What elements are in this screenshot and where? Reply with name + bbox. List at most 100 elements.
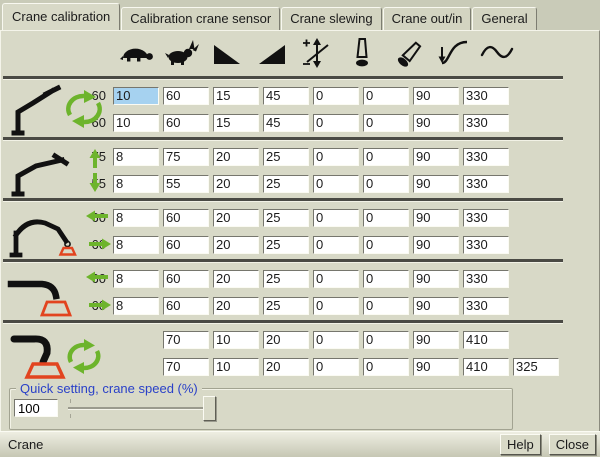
value-input[interactable]: [463, 148, 509, 166]
grab-icon: [42, 302, 70, 315]
value-input[interactable]: [263, 331, 309, 349]
value-input[interactable]: [163, 297, 209, 315]
value-input[interactable]: [363, 331, 409, 349]
value-input[interactable]: [213, 297, 259, 315]
value-input[interactable]: [413, 236, 459, 254]
value-input[interactable]: [413, 209, 459, 227]
value-input[interactable]: [113, 114, 159, 132]
value-input[interactable]: [163, 270, 209, 288]
value-input[interactable]: [213, 358, 259, 376]
value-input[interactable]: [313, 270, 359, 288]
value-input[interactable]: [163, 358, 209, 376]
value-input[interactable]: [363, 270, 409, 288]
value-input[interactable]: [213, 87, 259, 105]
slider-track[interactable]: [68, 407, 216, 410]
value-input[interactable]: [113, 87, 159, 105]
tab-crane-out-in[interactable]: Crane out/in: [383, 7, 472, 30]
value-input[interactable]: [263, 114, 309, 132]
value-input[interactable]: [463, 358, 509, 376]
value-input[interactable]: [363, 87, 409, 105]
value-row: [113, 209, 509, 227]
value-input[interactable]: [113, 148, 159, 166]
value-input[interactable]: [413, 148, 459, 166]
turtle-icon: [119, 36, 155, 70]
value-input[interactable]: [113, 209, 159, 227]
value-input[interactable]: [113, 175, 159, 193]
ramp-curve-icon: [434, 36, 470, 70]
value-input[interactable]: [163, 114, 209, 132]
value-input[interactable]: [413, 358, 459, 376]
value-input[interactable]: [113, 236, 159, 254]
value-input[interactable]: [313, 114, 359, 132]
jib-with-grab-icon: [5, 204, 111, 258]
value-input[interactable]: [313, 331, 359, 349]
ramp-down-icon: [209, 36, 245, 70]
value-input[interactable]: [213, 148, 259, 166]
value-input[interactable]: [313, 358, 359, 376]
value-input[interactable]: [363, 236, 409, 254]
value-input[interactable]: [463, 270, 509, 288]
value-input[interactable]: [263, 358, 309, 376]
value-input[interactable]: [163, 236, 209, 254]
value-input[interactable]: [413, 175, 459, 193]
value-input[interactable]: [213, 114, 259, 132]
tab-calibration-crane-sensor[interactable]: Calibration crane sensor: [121, 7, 280, 30]
value-input[interactable]: [513, 358, 559, 376]
value-input[interactable]: [163, 209, 209, 227]
value-input[interactable]: [363, 148, 409, 166]
value-input[interactable]: [363, 114, 409, 132]
value-input[interactable]: [163, 87, 209, 105]
value-row: [113, 148, 509, 166]
value-input[interactable]: [263, 236, 309, 254]
group-extension-with-grab: 60 60: [1, 265, 599, 319]
value-input[interactable]: [463, 236, 509, 254]
slider-thumb[interactable]: [203, 396, 216, 421]
value-input[interactable]: [363, 209, 409, 227]
tab-general[interactable]: General: [472, 7, 536, 30]
value-input[interactable]: [363, 175, 409, 193]
value-input[interactable]: [163, 148, 209, 166]
value-input[interactable]: [313, 148, 359, 166]
value-input[interactable]: [263, 175, 309, 193]
value-input[interactable]: [463, 114, 509, 132]
group-crane-slewing: 60 60: [1, 82, 599, 136]
value-input[interactable]: [163, 175, 209, 193]
value-input[interactable]: [263, 270, 309, 288]
value-input[interactable]: [463, 87, 509, 105]
value-input[interactable]: [263, 148, 309, 166]
value-input[interactable]: [263, 297, 309, 315]
value-input[interactable]: [313, 209, 359, 227]
crane-speed-slider[interactable]: [68, 395, 216, 421]
value-input[interactable]: [113, 297, 159, 315]
tab-crane-calibration[interactable]: Crane calibration: [2, 3, 120, 30]
close-button[interactable]: Close: [549, 434, 596, 455]
value-input[interactable]: [463, 331, 509, 349]
value-input[interactable]: [213, 331, 259, 349]
value-input[interactable]: [113, 270, 159, 288]
tab-crane-slewing[interactable]: Crane slewing: [281, 7, 381, 30]
value-input[interactable]: [463, 209, 509, 227]
value-input[interactable]: [413, 270, 459, 288]
value-input[interactable]: [313, 236, 359, 254]
value-input[interactable]: [463, 175, 509, 193]
value-input[interactable]: [313, 297, 359, 315]
value-input[interactable]: [213, 175, 259, 193]
quick-setting-label: Quick setting, crane speed (%): [16, 381, 202, 396]
value-input[interactable]: [213, 209, 259, 227]
value-input[interactable]: [313, 175, 359, 193]
crane-speed-input[interactable]: [14, 399, 58, 417]
value-input[interactable]: [363, 297, 409, 315]
value-input[interactable]: [413, 87, 459, 105]
value-input[interactable]: [413, 114, 459, 132]
value-input[interactable]: [413, 331, 459, 349]
value-input[interactable]: [213, 270, 259, 288]
value-input[interactable]: [363, 358, 409, 376]
value-input[interactable]: [463, 297, 509, 315]
value-input[interactable]: [263, 209, 309, 227]
value-input[interactable]: [313, 87, 359, 105]
value-input[interactable]: [263, 87, 309, 105]
help-button[interactable]: Help: [500, 434, 541, 455]
value-input[interactable]: [413, 297, 459, 315]
value-input[interactable]: [163, 331, 209, 349]
value-input[interactable]: [213, 236, 259, 254]
